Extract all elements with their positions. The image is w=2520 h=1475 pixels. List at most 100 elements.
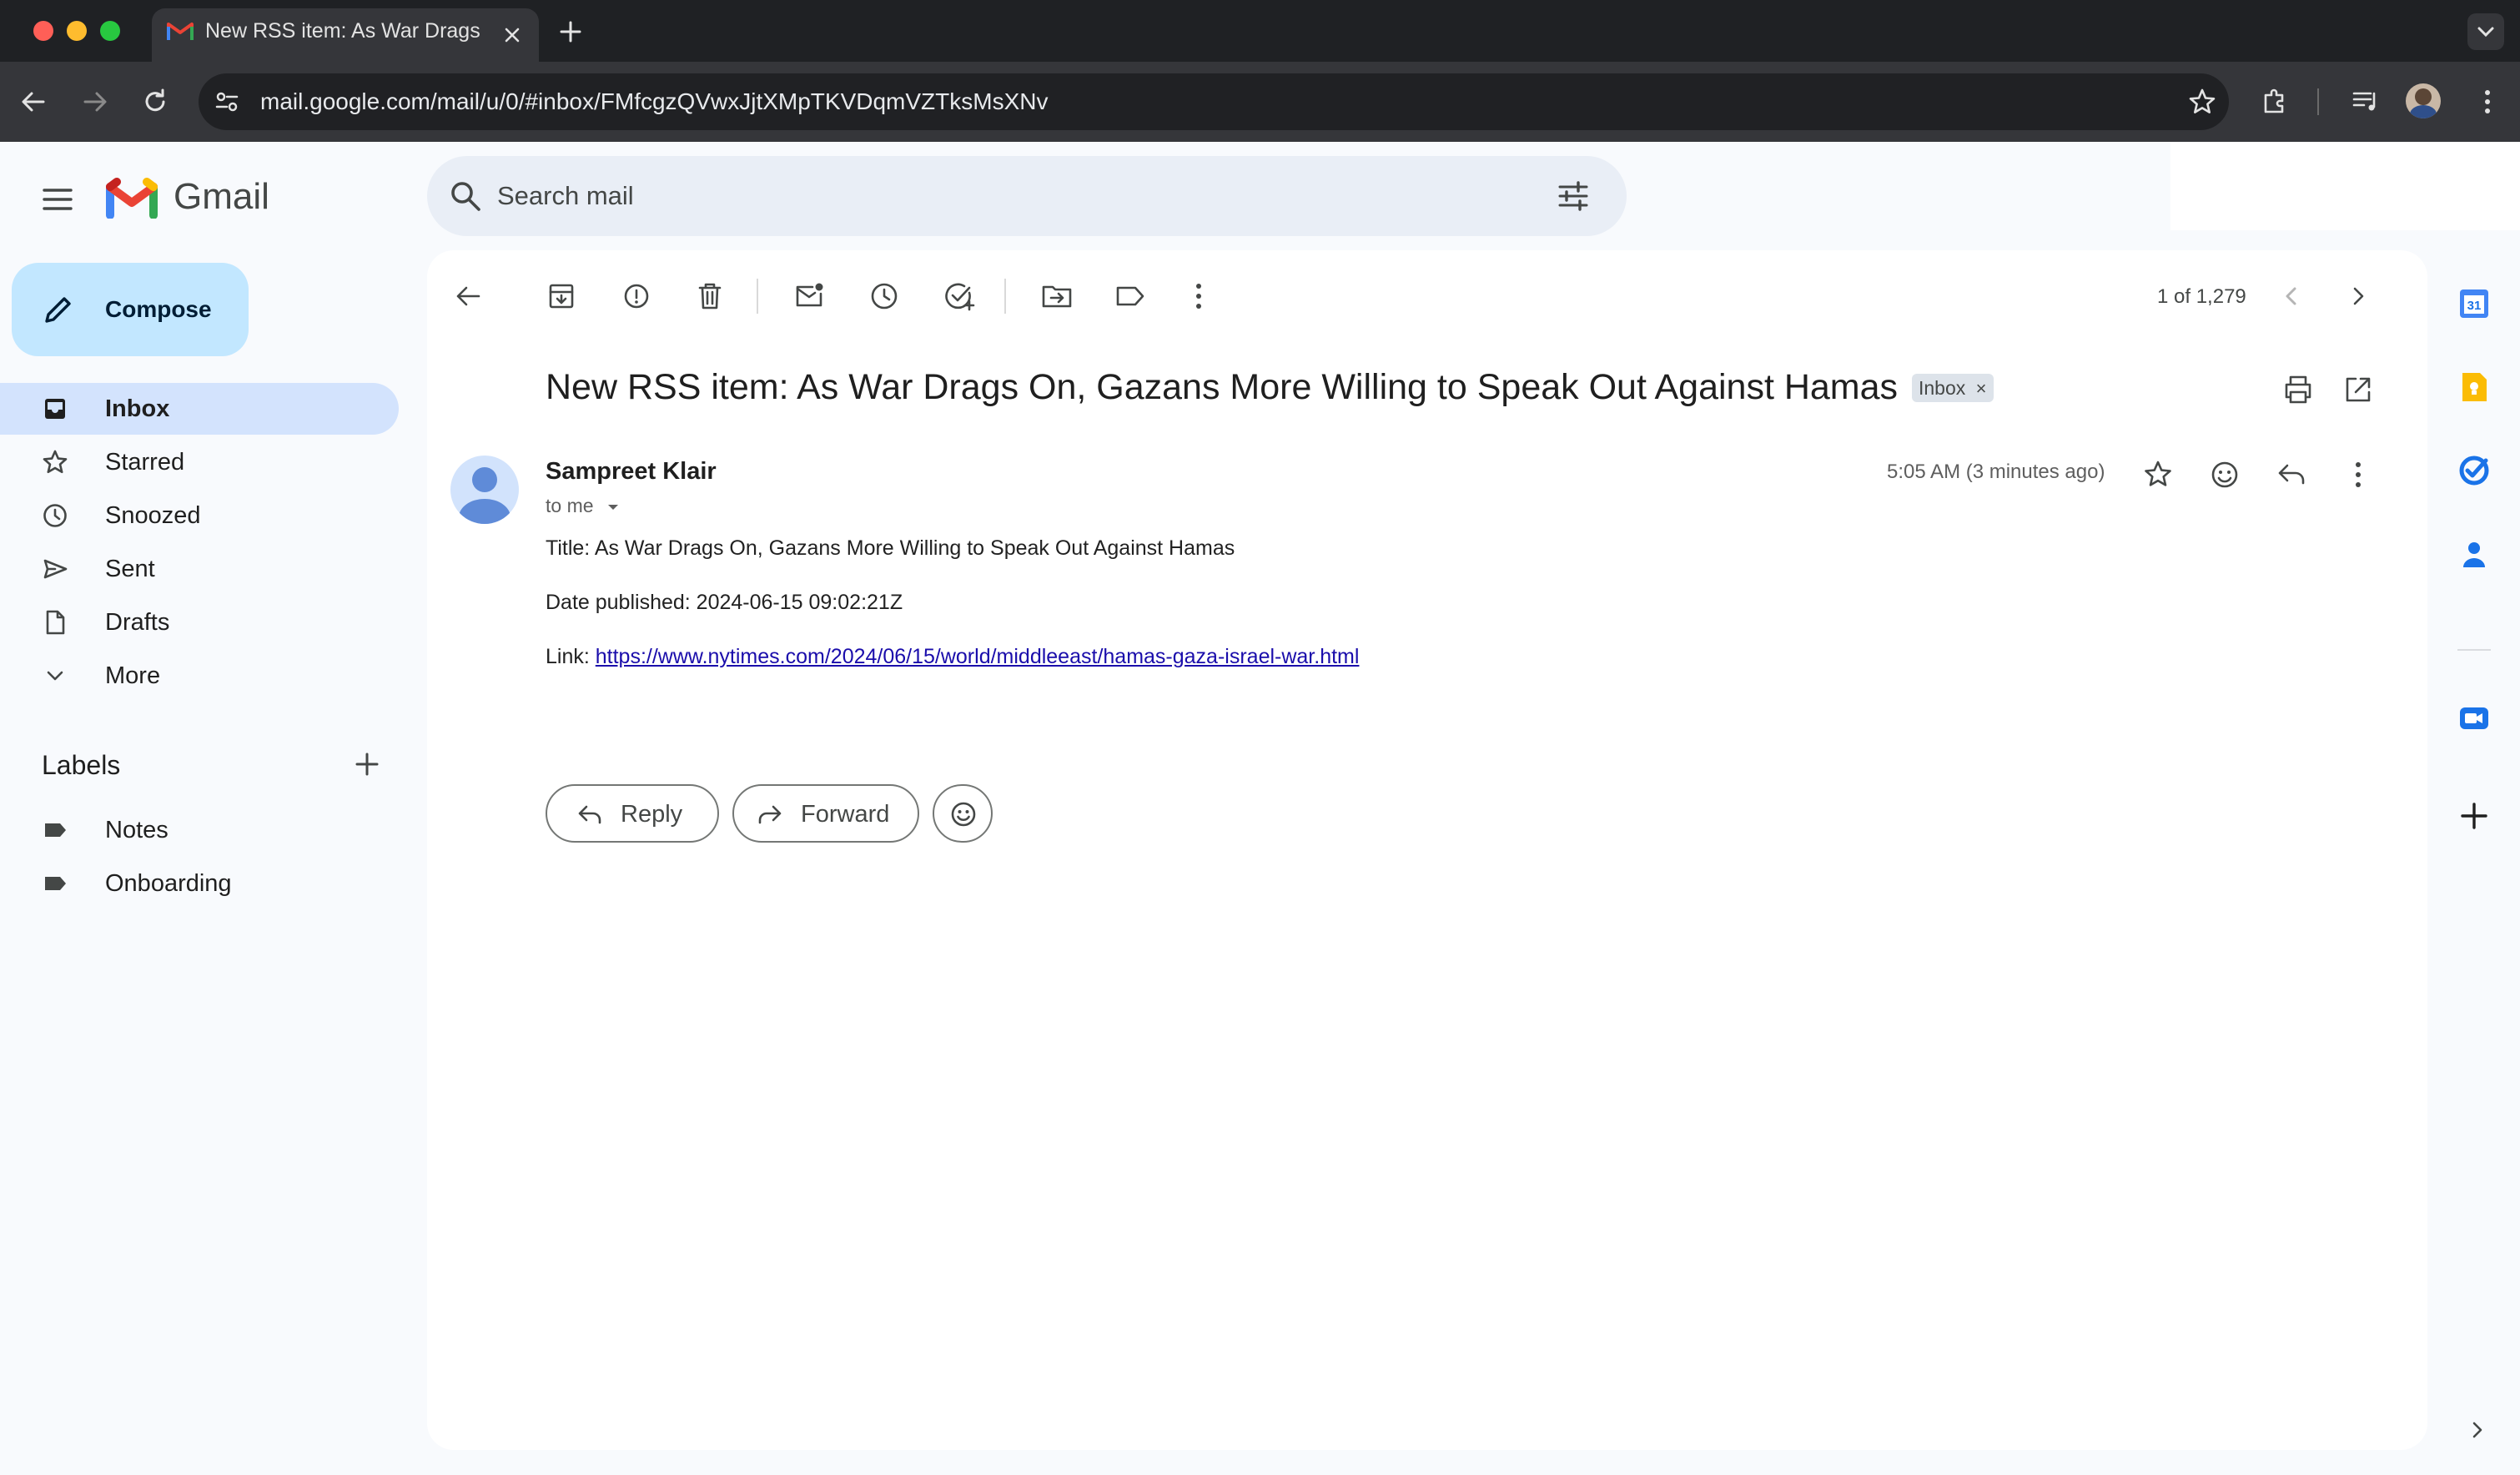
email-subject: New RSS item: As War Drags On, Gazans Mo… (546, 367, 1899, 407)
keep-notes-icon[interactable] (2457, 370, 2491, 404)
bookmark-star-icon[interactable] (2187, 87, 2217, 117)
gmail-logo-icon[interactable] (105, 177, 158, 219)
meet-video-icon[interactable] (2457, 701, 2491, 734)
toolbar-divider (2317, 88, 2319, 115)
side-panel: 31 (2427, 250, 2520, 1475)
forward-arrow-icon (758, 805, 782, 824)
recipient-details-caret-icon[interactable] (606, 500, 621, 515)
recipient-text: to me (546, 495, 594, 516)
close-tab-icon[interactable] (502, 25, 522, 45)
header-account-area (2170, 142, 2520, 230)
toolbar-divider (757, 279, 758, 314)
body-title-line: Title: As War Drags On, Gazans More Will… (546, 536, 1235, 560)
mark-unread-icon[interactable] (792, 279, 827, 314)
label-item-notes[interactable]: Notes (0, 804, 399, 856)
url-text[interactable]: mail.google.com/mail/u/0/#inbox/FMfcgzQV… (260, 89, 1048, 114)
search-icon[interactable] (447, 178, 484, 214)
calendar-app-button[interactable]: 31 (2457, 287, 2491, 320)
label-tag-icon (45, 823, 66, 837)
profile-avatar[interactable] (2406, 83, 2441, 118)
forward-arrow-icon[interactable] (80, 87, 110, 117)
address-bar[interactable]: mail.google.com/mail/u/0/#inbox/FMfcgzQV… (199, 73, 2229, 130)
star-email-icon[interactable] (2140, 457, 2175, 492)
print-icon[interactable] (2281, 372, 2316, 407)
nav-label-drafts: Drafts (105, 609, 170, 636)
label-name-notes: Notes (105, 817, 169, 843)
browser-tab-active[interactable]: New RSS item: As War Drags On, Gazans Mo… (152, 8, 539, 62)
side-panel-divider (2457, 649, 2491, 651)
new-tab-icon[interactable] (557, 18, 584, 45)
report-spam-icon[interactable] (619, 279, 654, 314)
tasks-icon[interactable] (2457, 454, 2491, 487)
emoji-reaction-button[interactable] (933, 784, 993, 843)
newer-chevron-left-icon[interactable] (2274, 279, 2309, 314)
nav-item-more[interactable]: More (0, 650, 399, 702)
search-options-icon[interactable] (1555, 178, 1592, 214)
reply-label: Reply (621, 801, 683, 828)
get-addons-plus-icon[interactable] (2457, 799, 2491, 833)
site-settings-icon[interactable] (214, 88, 240, 115)
sender-avatar[interactable] (450, 456, 519, 524)
send-icon (43, 559, 68, 579)
main-menu-icon[interactable] (40, 182, 75, 217)
nav-item-snoozed[interactable]: Snoozed (0, 490, 399, 541)
message-more-options-icon[interactable] (2341, 457, 2376, 492)
forward-label: Forward (801, 801, 890, 828)
nav-item-sent[interactable]: Sent (0, 543, 399, 595)
extensions-puzzle-icon[interactable] (2259, 85, 2292, 118)
body-link-line: Link: https://www.nytimes.com/2024/06/15… (546, 644, 1359, 669)
nav-item-inbox[interactable]: Inbox (0, 383, 399, 435)
move-to-icon[interactable] (1039, 279, 1074, 314)
draft-icon (46, 610, 65, 635)
nav-label-more: More (105, 662, 161, 689)
label-name-onboarding: Onboarding (105, 870, 232, 897)
remove-label-icon[interactable]: × (1976, 378, 1987, 399)
back-arrow-icon[interactable] (18, 87, 48, 117)
reload-icon[interactable] (140, 87, 170, 117)
chevron-down-icon (2477, 27, 2494, 38)
open-in-new-window-icon[interactable] (2341, 372, 2376, 407)
sender-name[interactable]: Sampreet Klair (546, 457, 717, 486)
label-tag-icon (45, 877, 66, 890)
add-reaction-icon[interactable] (2207, 457, 2242, 492)
calendar-day-number: 31 (2467, 299, 2482, 313)
snooze-clock-icon[interactable] (867, 279, 902, 314)
add-label-icon[interactable] (352, 749, 382, 779)
recipient-summary[interactable]: to me (546, 494, 621, 517)
tab-search-button[interactable] (2467, 13, 2504, 50)
close-window-button[interactable] (33, 21, 53, 41)
older-chevron-right-icon[interactable] (2341, 279, 2376, 314)
labels-icon[interactable] (1113, 279, 1148, 314)
reply-icon[interactable] (2274, 457, 2309, 492)
forward-button[interactable]: Forward (732, 784, 919, 843)
reply-arrow-icon (578, 805, 601, 824)
media-controls-icon[interactable] (2349, 85, 2382, 118)
reply-button[interactable]: Reply (546, 784, 719, 843)
search-input[interactable] (497, 178, 1415, 214)
minimize-window-button[interactable] (67, 21, 87, 41)
add-to-tasks-icon[interactable] (941, 279, 976, 314)
nav-label-snoozed: Snoozed (105, 502, 201, 529)
browser-menu-icon[interactable] (2471, 85, 2504, 118)
maximize-window-button[interactable] (100, 21, 120, 41)
archive-icon[interactable] (544, 279, 579, 314)
nav-item-drafts[interactable]: Drafts (0, 597, 399, 648)
nav-item-starred[interactable]: Starred (0, 436, 399, 488)
search-bar[interactable] (427, 156, 1627, 236)
expand-side-panel-chevron-icon[interactable] (2464, 1417, 2491, 1443)
tab-title: New RSS item: As War Drags On, Gazans Mo… (205, 19, 480, 43)
chevron-down-icon (47, 671, 63, 681)
label-item-onboarding[interactable]: Onboarding (0, 858, 399, 909)
compose-button[interactable]: Compose (12, 263, 249, 356)
gmail-favicon-icon (167, 23, 194, 40)
star-icon (43, 450, 68, 474)
contacts-icon[interactable] (2457, 537, 2491, 571)
gmail-app: Gmail Compose Inbox Starred (0, 142, 2520, 1475)
browser-tab-bar: New RSS item: As War Drags On, Gazans Mo… (0, 0, 2520, 62)
more-options-icon[interactable] (1181, 279, 1216, 314)
delete-icon[interactable] (692, 279, 727, 314)
label-chip-inbox[interactable]: Inbox × (1912, 374, 1994, 402)
article-link[interactable]: https://www.nytimes.com/2024/06/15/world… (596, 645, 1360, 668)
compose-label: Compose (105, 296, 212, 322)
back-to-inbox-icon[interactable] (450, 279, 485, 314)
